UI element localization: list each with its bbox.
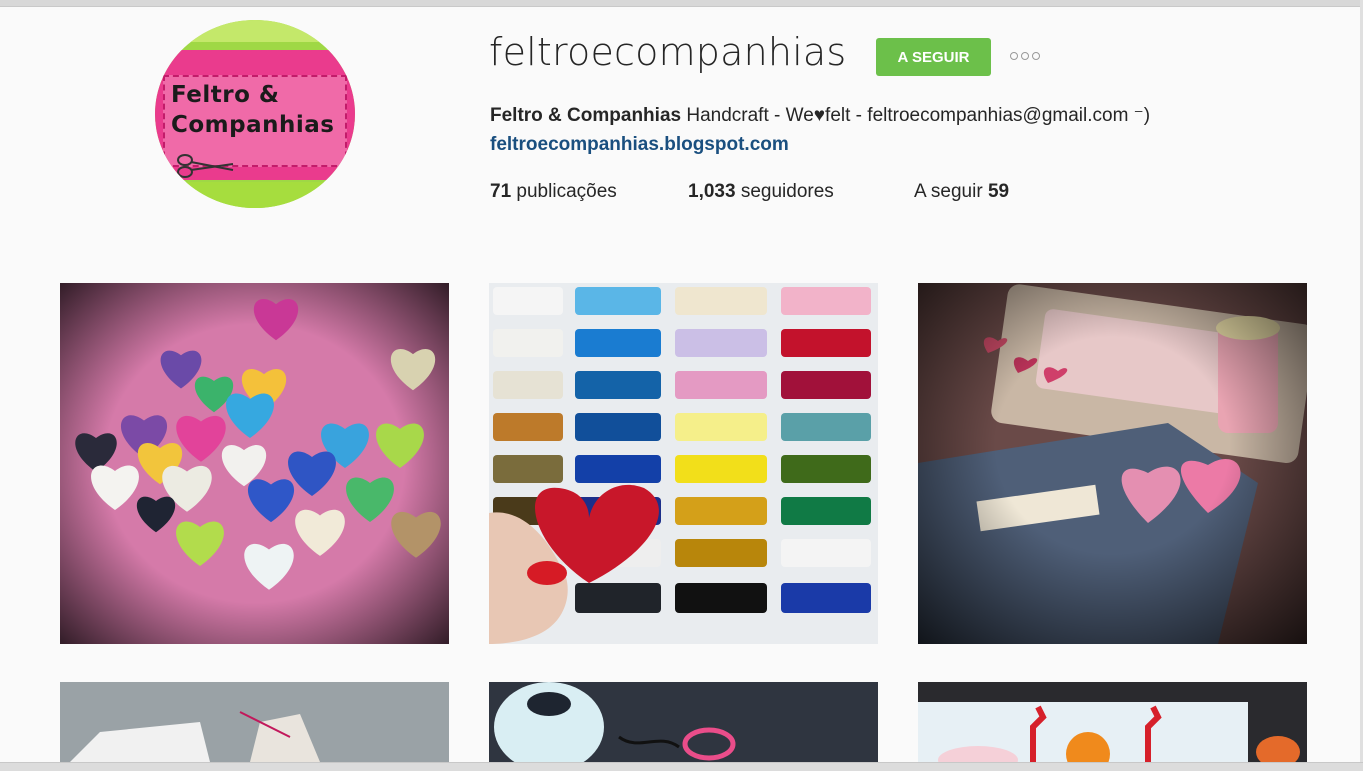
avatar-logo-text: Companhias	[171, 112, 335, 138]
post-image-heart-buttons	[60, 283, 449, 644]
post-thumbnail[interactable]	[489, 682, 878, 762]
post-thumbnail[interactable]	[60, 682, 449, 762]
post-image-crochet-thread	[489, 682, 878, 762]
following-label: A seguir	[914, 181, 988, 202]
window-top-border	[0, 0, 1363, 7]
profile-avatar[interactable]: Feltro & Companhias	[155, 20, 355, 208]
post-image-felt-crafts	[918, 283, 1307, 644]
more-options-icon[interactable]	[1010, 46, 1046, 66]
avatar-logo-text: Feltro &	[171, 82, 280, 108]
dot	[1032, 52, 1040, 60]
followers-label: seguidores	[735, 181, 834, 202]
post-thumbnail[interactable]	[918, 283, 1307, 644]
following-button[interactable]: A SEGUIR	[876, 38, 991, 76]
profile-bio: Feltro & Companhias Handcraft - We♥felt …	[490, 104, 1150, 127]
post-thumbnail[interactable]	[489, 283, 878, 644]
post-thumbnail[interactable]	[918, 682, 1307, 762]
scissors-icon	[177, 154, 234, 178]
post-thumbnail[interactable]	[60, 283, 449, 644]
stat-following[interactable]: A seguir 59	[914, 181, 1009, 203]
stat-followers[interactable]: 1,033 seguidores	[688, 181, 834, 203]
following-count: 59	[987, 181, 1010, 202]
followers-count: 1,033	[688, 181, 736, 202]
post-image-fabric	[60, 682, 449, 762]
posts-count: 71	[490, 181, 512, 202]
post-image-thread-spools	[489, 283, 878, 644]
bio-name: Feltro & Companhias	[490, 105, 682, 126]
dot	[1021, 52, 1029, 60]
bio-text: Handcraft - We♥felt - feltroecompanhias@…	[681, 105, 1151, 126]
stat-posts: 71 publicações	[490, 181, 617, 203]
avatar-stripe	[155, 182, 355, 208]
profile-website-link[interactable]: feltroecompanhias.blogspot.com	[490, 134, 789, 156]
profile-username: feltroecompanhias	[489, 30, 847, 74]
posts-label: publicações	[511, 181, 617, 202]
avatar-stripe	[155, 20, 355, 42]
post-image-felt-sun	[918, 682, 1307, 762]
dot	[1010, 52, 1018, 60]
